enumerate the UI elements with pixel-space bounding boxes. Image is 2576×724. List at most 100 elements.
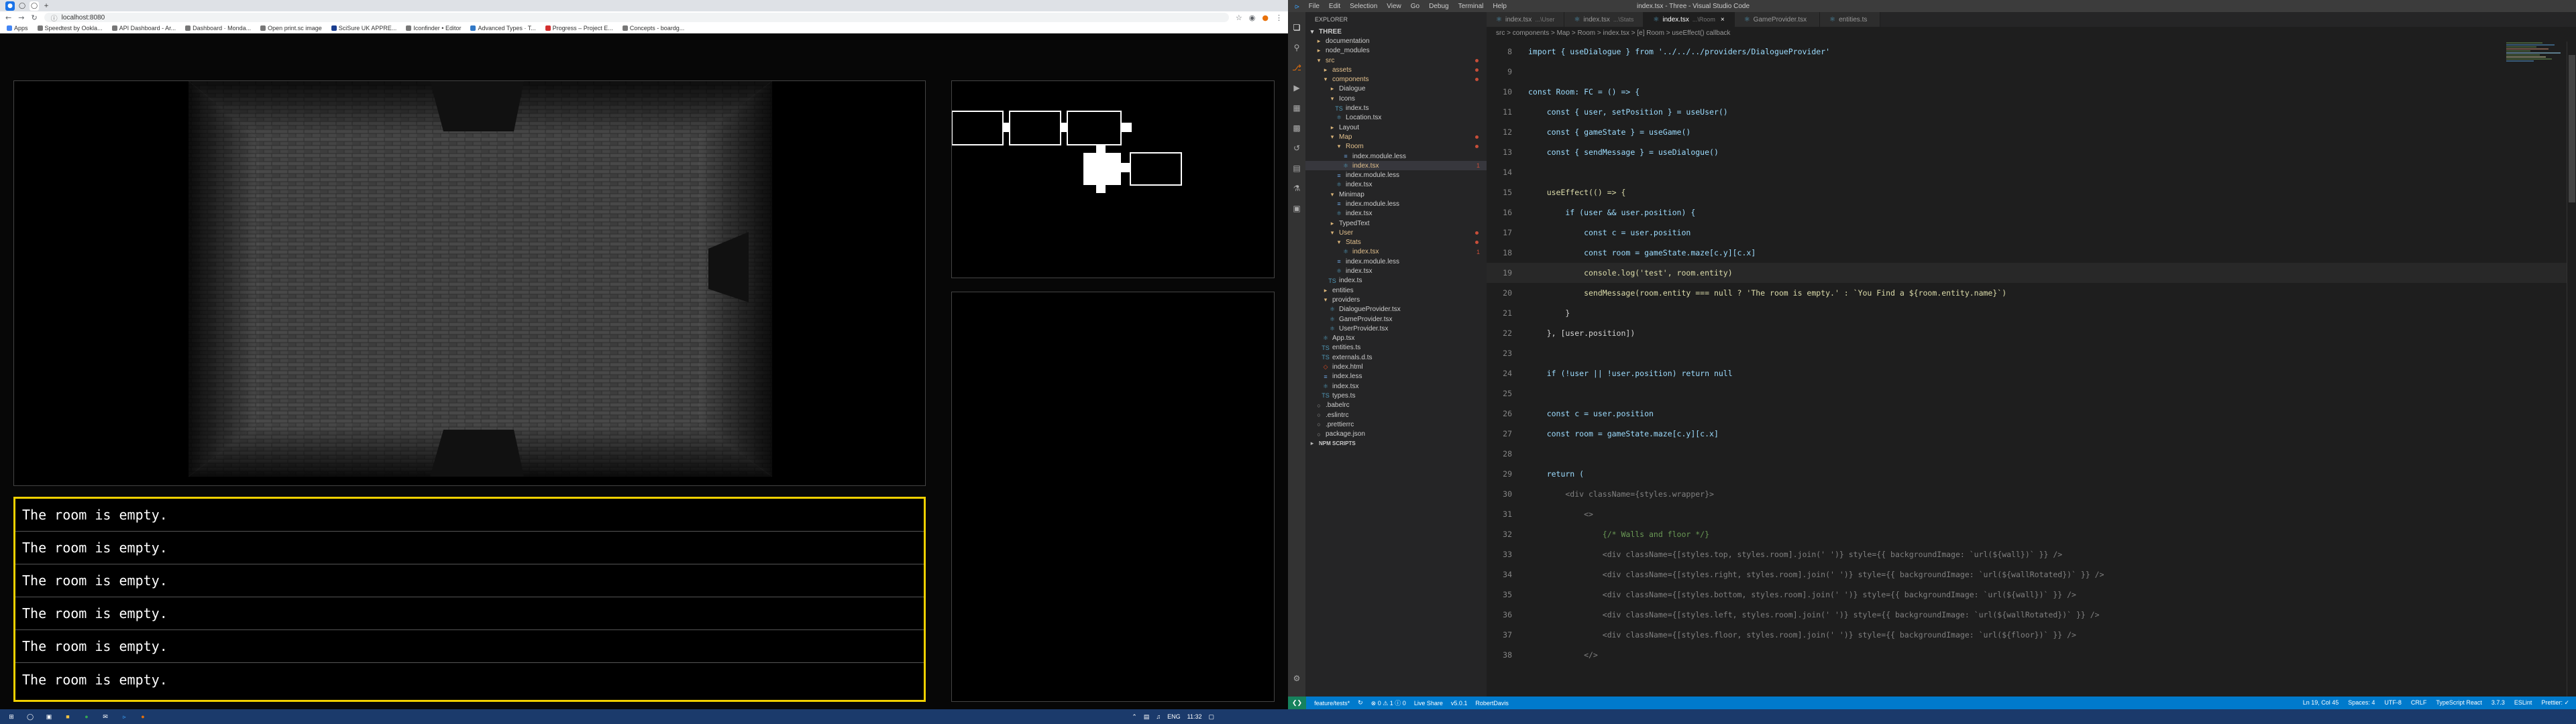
- language-indicator[interactable]: ENG: [1167, 713, 1181, 720]
- folder-icon[interactable]: ■: [63, 712, 72, 721]
- explorer-icon[interactable]: ❏: [1292, 23, 1301, 32]
- tree-folder[interactable]: ▾ providers: [1305, 295, 1487, 304]
- tree-file[interactable]: ○ .eslintrc: [1305, 410, 1487, 420]
- cursor-position[interactable]: Ln 19, Col 45: [2303, 699, 2339, 707]
- liveshare-icon[interactable]: ↺: [1292, 143, 1301, 153]
- mail-icon[interactable]: ✉: [101, 712, 110, 721]
- code-line[interactable]: 38 </>: [1487, 645, 2576, 665]
- tree-folder[interactable]: ▾ Icons: [1305, 94, 1487, 103]
- star-icon[interactable]: ☆: [1236, 13, 1242, 22]
- tree-folder[interactable]: ▾ Map: [1305, 132, 1487, 141]
- tree-folder[interactable]: ▸ node_modules: [1305, 46, 1487, 56]
- bookmark-item[interactable]: Dashboard · Monda...: [185, 25, 251, 32]
- code-line[interactable]: 25: [1487, 383, 2576, 404]
- tree-file[interactable]: ⚛ DialogueProvider.tsx: [1305, 305, 1487, 314]
- browser-tab[interactable]: ◯: [17, 1, 27, 11]
- tree-folder[interactable]: ▸ entities: [1305, 286, 1487, 295]
- code-line[interactable]: 22 }, [user.position]): [1487, 323, 2576, 343]
- eslint-status[interactable]: ESLint: [2514, 699, 2532, 707]
- tree-file[interactable]: ⚛ index.tsx 1: [1305, 161, 1487, 171]
- tree-file[interactable]: ⚛ GameProvider.tsx: [1305, 314, 1487, 324]
- line-ending[interactable]: CRLF: [2411, 699, 2427, 707]
- tree-file[interactable]: ◇ index.html: [1305, 362, 1487, 371]
- tree-folder[interactable]: ▸ Dialogue: [1305, 84, 1487, 94]
- tree-file[interactable]: ⚛ App.tsx: [1305, 334, 1487, 343]
- code-minimap[interactable]: [2506, 42, 2567, 142]
- new-tab-button[interactable]: +: [42, 1, 51, 11]
- extension-icon[interactable]: ◉: [1249, 13, 1256, 22]
- code-line[interactable]: 14: [1487, 162, 2576, 182]
- tree-file[interactable]: ⚛ index.tsx: [1305, 266, 1487, 276]
- code-line[interactable]: 37 <div className={[styles.floor, styles…: [1487, 625, 2576, 645]
- liveshare-status[interactable]: Live Share: [1414, 700, 1443, 707]
- vscode-taskbar-icon[interactable]: ⪧: [119, 712, 129, 721]
- code-line[interactable]: 9: [1487, 62, 2576, 82]
- close-tab-icon[interactable]: ×: [1721, 16, 1725, 23]
- tree-file[interactable]: ○ .babelrc: [1305, 401, 1487, 410]
- code-line[interactable]: 16 if (user && user.position) {: [1487, 202, 2576, 223]
- bookmark-item[interactable]: Concepts - boardg...: [622, 25, 684, 32]
- app-tab-icon[interactable]: ●: [5, 1, 15, 11]
- code-line[interactable]: 33 <div className={[styles.top, styles.r…: [1487, 544, 2576, 564]
- encoding[interactable]: UTF-8: [2384, 699, 2402, 707]
- editor-tab[interactable]: ⚛ entities.ts: [1820, 12, 1881, 27]
- menu-help[interactable]: Help: [1493, 3, 1507, 10]
- forward-icon[interactable]: →: [18, 13, 24, 22]
- workspace-root[interactable]: ▾ THREE: [1305, 27, 1487, 36]
- tree-file[interactable]: ○ .prettierrc: [1305, 420, 1487, 429]
- search-taskbar-icon[interactable]: ◯: [25, 712, 35, 721]
- menu-icon[interactable]: ⋮: [1275, 13, 1283, 22]
- menu-view[interactable]: View: [1387, 3, 1401, 10]
- problems-count[interactable]: ⊗ 0 ⚠ 1 ⓘ 0: [1371, 699, 1406, 707]
- tree-folder[interactable]: ▾ Minimap: [1305, 190, 1487, 199]
- code-line[interactable]: 15 useEffect(() => {: [1487, 182, 2576, 202]
- code-line[interactable]: 26 const c = user.position: [1487, 404, 2576, 424]
- editor-tab[interactable]: ⚛ GameProvider.tsx: [1734, 12, 1821, 27]
- menu-go[interactable]: Go: [1411, 3, 1419, 10]
- breadcrumb[interactable]: src > components > Map > Room > index.ts…: [1487, 27, 2576, 39]
- code-editor[interactable]: 8 import { useDialogue } from '../../../p…: [1487, 42, 2576, 697]
- code-line[interactable]: 30 <div className={styles.wrapper}>: [1487, 484, 2576, 504]
- bookmark-item[interactable]: Apps: [7, 25, 28, 32]
- bookmark-item[interactable]: SciSure UK APPRE...: [331, 25, 396, 32]
- menu-selection[interactable]: Selection: [1350, 3, 1377, 10]
- address-bar[interactable]: ⓘ localhost:8080: [44, 13, 1229, 23]
- sync-icon[interactable]: ↻: [1358, 699, 1363, 707]
- bookmark-item[interactable]: Speedtest by Ookla...: [37, 25, 103, 32]
- clock[interactable]: 11:32: [1187, 713, 1202, 720]
- code-line[interactable]: 11 const { user, setPosition } = useUser…: [1487, 102, 2576, 122]
- code-line[interactable]: 28: [1487, 444, 2576, 464]
- code-line[interactable]: 19 console.log('test', room.entity): [1487, 263, 2576, 283]
- tree-folder[interactable]: ▾ src: [1305, 56, 1487, 65]
- tree-folder[interactable]: ▸ TypedText: [1305, 219, 1487, 228]
- git-branch[interactable]: feature/tests*: [1314, 700, 1350, 707]
- code-line[interactable]: 21 }: [1487, 303, 2576, 323]
- network-icon[interactable]: ▤: [1144, 713, 1150, 721]
- code-line[interactable]: 31 <>: [1487, 504, 2576, 524]
- remote-icon[interactable]: ▩: [1292, 123, 1301, 133]
- menu-file[interactable]: File: [1309, 3, 1320, 10]
- npm-icon[interactable]: ▣: [1292, 204, 1301, 213]
- user-account[interactable]: RobertDavis: [1475, 700, 1509, 707]
- remote-indicator[interactable]: ❮❯: [1288, 697, 1307, 709]
- tree-folder[interactable]: ▸ assets: [1305, 65, 1487, 74]
- search-icon[interactable]: ⚲: [1292, 43, 1301, 52]
- reload-icon[interactable]: ↻: [31, 13, 37, 22]
- editor-tab[interactable]: ⚛ index.tsx ...\Room ×: [1644, 12, 1735, 27]
- tree-file[interactable]: ⚛ UserProvider.tsx: [1305, 324, 1487, 333]
- prettier-status[interactable]: Prettier: ✓: [2541, 699, 2569, 707]
- tree-folder[interactable]: ▾ Room: [1305, 142, 1487, 152]
- code-line[interactable]: 36 <div className={[styles.left, styles.…: [1487, 605, 2576, 625]
- settings-gear-icon[interactable]: ⚙: [1292, 674, 1301, 683]
- tree-file[interactable]: TS index.ts: [1305, 103, 1487, 113]
- code-line[interactable]: 24 if (!user || !user.position) return n…: [1487, 363, 2576, 383]
- chevron-up-icon[interactable]: ⌃: [1132, 713, 1137, 721]
- tree-folder[interactable]: ▸ documentation: [1305, 36, 1487, 46]
- tree-folder[interactable]: ▾ components: [1305, 74, 1487, 84]
- tree-file[interactable]: TS entities.ts: [1305, 343, 1487, 353]
- app-taskbar-icon[interactable]: ●: [138, 712, 148, 721]
- code-line[interactable]: 18 const room = gameState.maze[c.y][c.x]: [1487, 243, 2576, 263]
- tree-file[interactable]: TS externals.d.ts: [1305, 353, 1487, 362]
- browser-tab-active[interactable]: ◯: [30, 1, 39, 11]
- tree-file[interactable]: ≡ index.module.less: [1305, 170, 1487, 180]
